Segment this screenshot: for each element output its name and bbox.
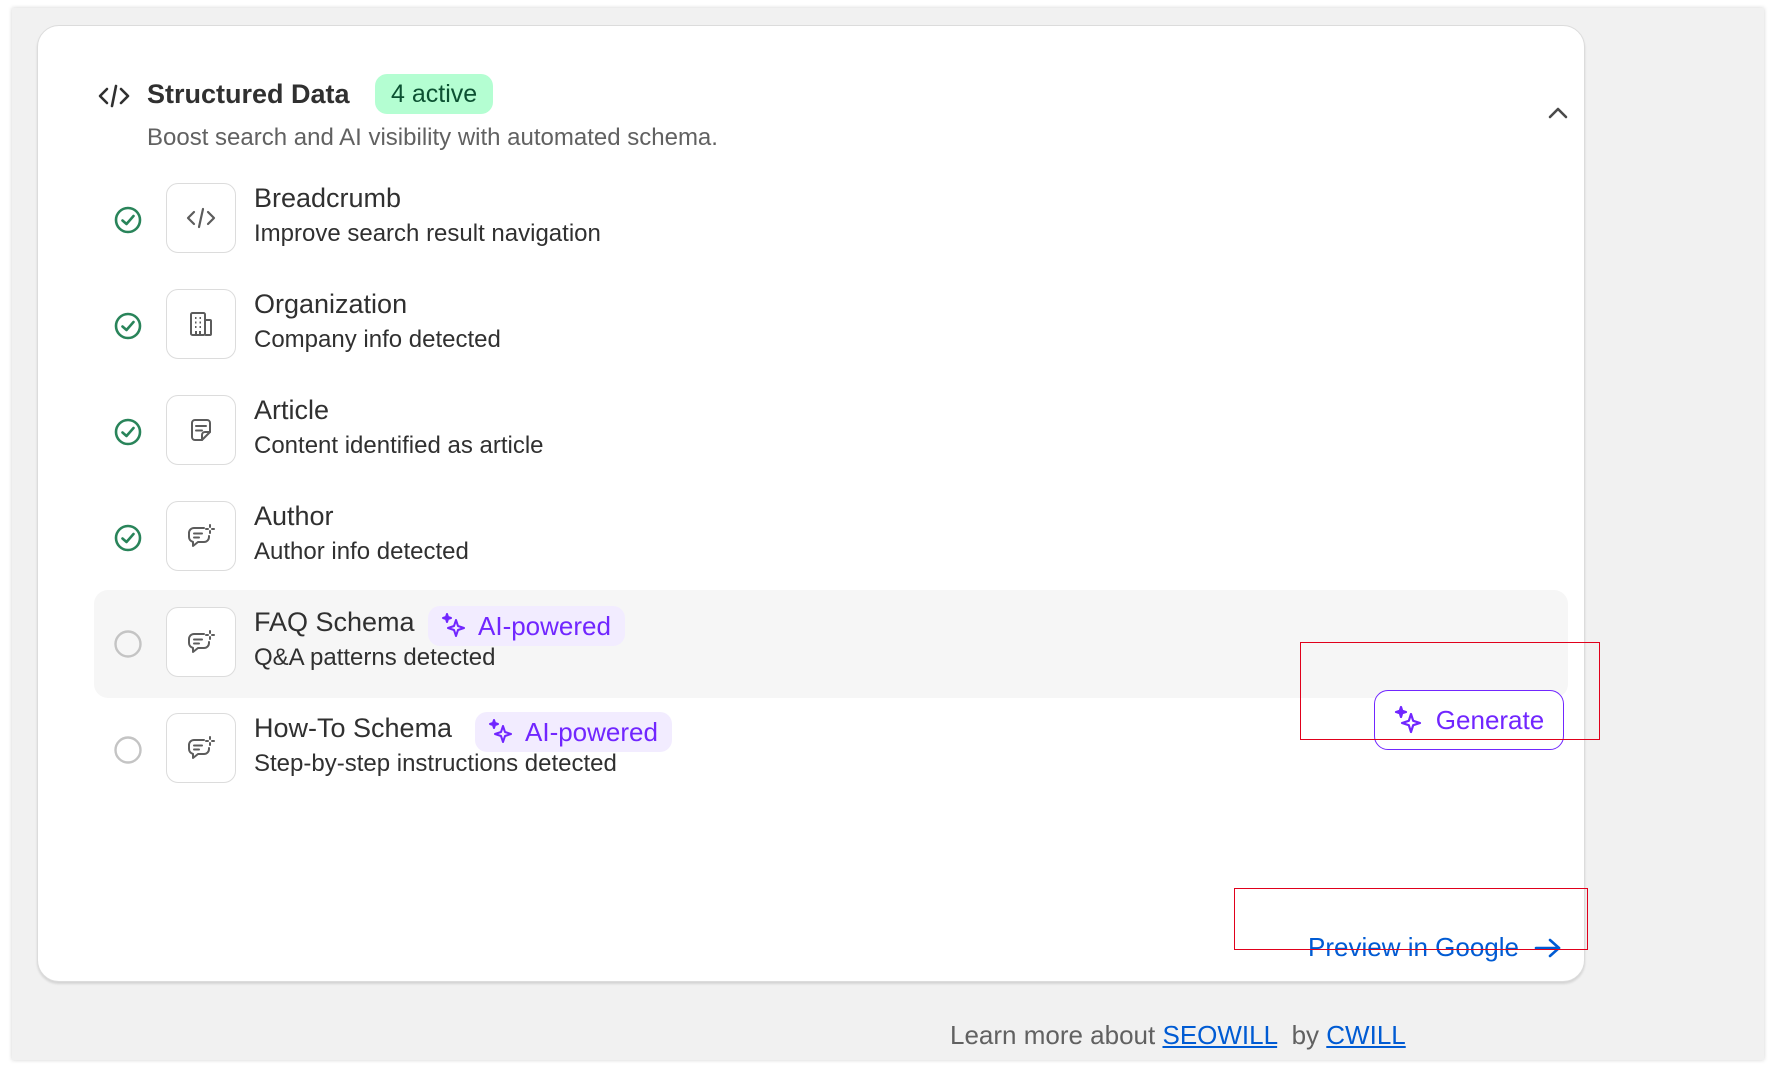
chevron-up-icon[interactable]: [1544, 102, 1572, 124]
ai-powered-badge: AI-powered: [428, 606, 625, 646]
sparkle-icon: [1394, 705, 1421, 734]
check-circle-icon: [114, 206, 142, 234]
schema-title: FAQ Schema: [254, 607, 415, 637]
schema-description: Content identified as article: [254, 432, 544, 459]
active-count-badge: 4 active: [375, 74, 494, 114]
empty-circle-icon[interactable]: [113, 735, 143, 765]
footer: Learn more about SEOWILL by CWILL: [950, 1020, 1406, 1051]
footer-by: by: [1291, 1020, 1320, 1050]
cwill-link[interactable]: CWILL: [1326, 1020, 1405, 1050]
schema-row-article[interactable]: Article Content identified as article: [94, 378, 1584, 486]
schema-title: Breadcrumb: [254, 183, 402, 213]
check-circle-icon: [114, 418, 142, 446]
chat-sparkle-icon: [166, 713, 236, 783]
schema-row-faq[interactable]: FAQ Schema AI-powered Q&A patterns detec…: [94, 590, 1568, 698]
schema-description: Company info detected: [254, 326, 501, 353]
schema-description: Step-by-step instructions detected: [254, 750, 617, 777]
schema-title: Article: [254, 395, 330, 425]
schema-row-breadcrumb[interactable]: Breadcrumb Improve search result navigat…: [94, 166, 1584, 274]
check-circle-icon: [114, 524, 142, 552]
generate-button-label: Generate: [1435, 704, 1545, 735]
section-title: Structured Data: [147, 79, 350, 109]
arrow-right-icon: [1534, 938, 1561, 957]
app-frame: Structured Data 4 active Boost search an…: [12, 8, 1764, 1060]
generate-button[interactable]: Generate: [1374, 690, 1564, 750]
schema-title: Author: [254, 501, 334, 531]
structured-data-card: Structured Data 4 active Boost search an…: [37, 25, 1585, 982]
note-icon: [166, 395, 236, 465]
sparkle-icon: [489, 719, 512, 743]
check-circle-icon: [114, 312, 142, 340]
section-subtitle: Boost search and AI visibility with auto…: [147, 124, 718, 151]
building-icon: [166, 289, 236, 359]
seowill-link[interactable]: SEOWILL: [1162, 1020, 1277, 1050]
preview-link-label: Preview in Google: [1308, 932, 1519, 962]
schema-row-howto[interactable]: How-To Schema AI-powered Step-by-step in…: [94, 696, 1584, 804]
chat-sparkle-icon: [166, 607, 236, 677]
schema-description: Q&A patterns detected: [254, 644, 496, 671]
schema-row-author[interactable]: Author Author info detected: [94, 484, 1584, 592]
empty-circle-icon[interactable]: [113, 629, 143, 659]
ai-badge-label: AI-powered: [478, 611, 611, 641]
schema-row-organization[interactable]: Organization Company info detected: [94, 272, 1584, 380]
ai-powered-badge: AI-powered: [475, 712, 672, 752]
ai-badge-label: AI-powered: [525, 717, 658, 747]
schema-description: Author info detected: [254, 538, 469, 565]
code-icon: [166, 183, 236, 253]
schema-description: Improve search result navigation: [254, 220, 601, 247]
preview-in-google-link[interactable]: Preview in Google: [1308, 932, 1563, 963]
schema-title: How-To Schema: [254, 713, 453, 743]
code-icon: [98, 84, 130, 108]
chat-sparkle-icon: [166, 501, 236, 571]
schema-title: Organization: [254, 289, 408, 319]
footer-prefix: Learn more about: [950, 1020, 1156, 1050]
sparkle-icon: [442, 613, 465, 637]
